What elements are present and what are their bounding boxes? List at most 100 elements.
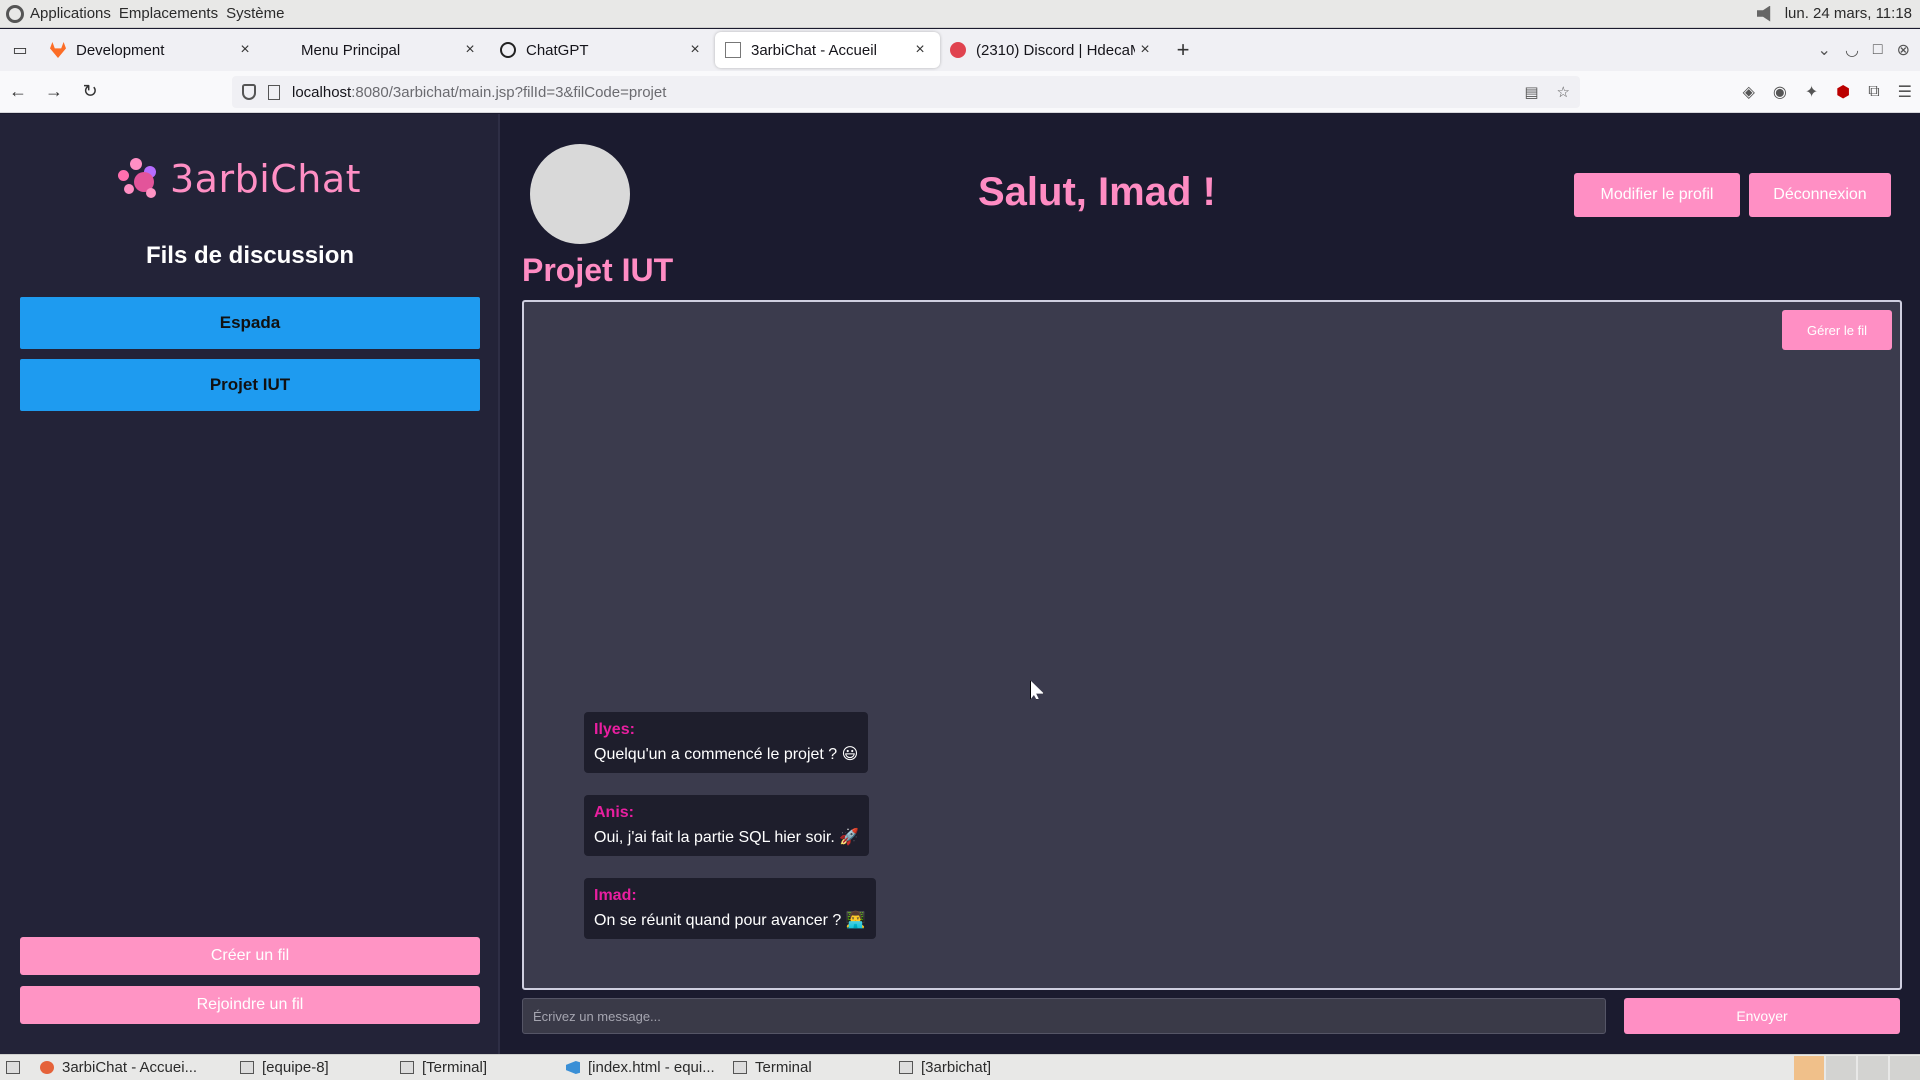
os-menu-places[interactable]: Emplacements: [119, 5, 218, 22]
folder-icon: [240, 1061, 254, 1074]
bookmark-star-icon[interactable]: ☆: [1557, 83, 1570, 101]
create-thread-button[interactable]: Créer un fil: [20, 937, 480, 975]
join-thread-button[interactable]: Rejoindre un fil: [20, 986, 480, 1024]
ublock-icon[interactable]: ⬢: [1836, 82, 1850, 102]
page-icon: [725, 42, 741, 58]
taskbar-item-label: [index.html - equi...: [588, 1059, 715, 1076]
message-text: On se réunit quand pour avancer ? 👨‍💻: [594, 912, 866, 929]
account-icon[interactable]: ◉: [1773, 82, 1787, 102]
logout-button[interactable]: Déconnexion: [1749, 173, 1891, 217]
workspace-4[interactable]: [1890, 1055, 1920, 1080]
tab-development[interactable]: Development ×: [40, 32, 265, 68]
firefox-icon: [40, 1061, 54, 1074]
reload-icon[interactable]: ↻: [72, 81, 108, 102]
taskbar-item-3arbichat-folder[interactable]: [3arbichat]: [893, 1055, 1053, 1080]
workspace-2[interactable]: [1826, 1055, 1856, 1080]
discord-icon: [950, 42, 966, 58]
volume-icon[interactable]: [1756, 5, 1771, 22]
tab-menu-principal[interactable]: Menu Principal ×: [265, 32, 490, 68]
tab-chatgpt[interactable]: ChatGPT ×: [490, 32, 715, 68]
blank-page-icon: [275, 42, 291, 58]
brand-name: 3arbiChat: [170, 157, 362, 201]
avatar: [530, 144, 630, 244]
tab-title: (2310) Discord | HdecaM,: [976, 41, 1135, 59]
thread-button-projet-iut[interactable]: Projet IUT: [20, 359, 480, 411]
url-host: localhost: [292, 83, 352, 101]
chatgpt-icon: [500, 42, 516, 58]
manage-thread-button[interactable]: Gérer le fil: [1782, 310, 1892, 350]
tab-title: Development: [76, 41, 165, 59]
close-icon[interactable]: ×: [235, 41, 255, 59]
taskbar-item-label: [Terminal]: [422, 1059, 488, 1076]
url-bar[interactable]: localhost :8080/3arbichat/main.jsp?filId…: [232, 76, 1580, 108]
folder-icon: [899, 1061, 913, 1074]
tab-3arbichat[interactable]: 3arbiChat - Accueil ×: [715, 32, 940, 68]
tab-title: Menu Principal: [301, 41, 401, 59]
taskbar-item-equipe-8[interactable]: [equipe-8]: [234, 1055, 394, 1080]
url-path: :8080/3arbichat/main.jsp?filId=3&filCode…: [351, 83, 667, 101]
main-panel: Salut, Imad ! Modifier le profil Déconne…: [502, 114, 1920, 1054]
extension-icon[interactable]: ✦: [1805, 82, 1818, 102]
message-author: Imad:: [594, 887, 637, 904]
thread-title: Projet IUT: [522, 252, 674, 288]
page-info-icon[interactable]: [268, 84, 280, 100]
tab-title: ChatGPT: [526, 41, 589, 59]
browser-nav-bar: ← → ↻ localhost :8080/3arbichat/main.jsp…: [0, 71, 1920, 113]
os-top-bar: Applications Emplacements Système lun. 2…: [0, 0, 1920, 28]
back-arrow-icon[interactable]: ←: [0, 81, 36, 102]
window-maximize-icon[interactable]: □: [1873, 41, 1883, 59]
chat-messages-area[interactable]: Gérer le fil Ilyes: Quelqu'un a commencé…: [522, 300, 1902, 990]
taskbar-item-3arbichat[interactable]: 3arbiChat - Accuei...: [34, 1055, 234, 1080]
send-button[interactable]: Envoyer: [1624, 998, 1900, 1034]
tab-overview-icon[interactable]: ▭: [0, 29, 40, 71]
message-text: Quelqu'un a commencé le projet ? 😃: [594, 746, 859, 763]
greeting: Salut, Imad !: [978, 170, 1216, 214]
edit-profile-button[interactable]: Modifier le profil: [1574, 173, 1740, 217]
show-desktop-icon[interactable]: [0, 1055, 34, 1080]
taskbar-item-label: 3arbiChat - Accuei...: [62, 1059, 198, 1076]
new-tab-icon[interactable]: +: [1165, 37, 1201, 63]
sidebar: 3arbiChat Fils de discussion Espada Proj…: [0, 114, 500, 1054]
shield-icon[interactable]: [242, 84, 256, 100]
terminal-icon: [733, 1061, 747, 1074]
desktop-icon: [6, 1061, 20, 1074]
taskbar-item-label: Terminal: [755, 1059, 812, 1076]
chevron-down-icon[interactable]: ⌄: [1818, 40, 1831, 60]
gitlab-icon: [50, 42, 66, 58]
forward-arrow-icon[interactable]: →: [36, 81, 72, 102]
window-minimize-icon[interactable]: ◡: [1845, 40, 1859, 60]
taskbar-item-label: [equipe-8]: [262, 1059, 329, 1076]
close-icon[interactable]: ×: [460, 41, 480, 59]
close-icon[interactable]: ×: [685, 41, 705, 59]
taskbar-item-terminal-bracket[interactable]: [Terminal]: [394, 1055, 560, 1080]
pocket-icon[interactable]: ◈: [1743, 82, 1755, 102]
os-menu-applications[interactable]: Applications: [30, 5, 111, 22]
taskbar-item-terminal[interactable]: Terminal: [727, 1055, 893, 1080]
message-input-wrapper[interactable]: [522, 998, 1606, 1034]
taskbar-item-vscode[interactable]: [index.html - equi...: [560, 1055, 727, 1080]
window-close-icon[interactable]: ⊗: [1897, 40, 1910, 60]
workspace-switcher[interactable]: [1794, 1055, 1920, 1080]
workspace-1[interactable]: [1794, 1055, 1824, 1080]
chat-message: Ilyes: Quelqu'un a commencé le projet ? …: [584, 712, 869, 773]
workspace-3[interactable]: [1858, 1055, 1888, 1080]
terminal-icon: [400, 1061, 414, 1074]
os-clock[interactable]: lun. 24 mars, 11:18: [1785, 5, 1912, 22]
tab-discord[interactable]: (2310) Discord | HdecaM, ×: [940, 32, 1165, 68]
browser-tab-bar: ▭ Development × Menu Principal × ChatGPT…: [0, 29, 1920, 71]
hamburger-menu-icon[interactable]: ☰: [1898, 82, 1912, 102]
distro-logo-icon[interactable]: [6, 4, 24, 23]
threads-heading: Fils de discussion: [145, 242, 355, 269]
close-icon[interactable]: ×: [910, 41, 930, 59]
chat-message: Anis: Oui, j'ai fait la partie SQL hier …: [584, 795, 870, 856]
os-menu-system[interactable]: Système: [226, 5, 284, 22]
close-icon[interactable]: ×: [1135, 41, 1155, 59]
thread-button-espada[interactable]: Espada: [20, 297, 480, 349]
brand-logo: 3arbiChat: [116, 156, 361, 202]
reader-mode-icon[interactable]: ▤: [1524, 83, 1538, 101]
message-input[interactable]: [533, 1008, 1595, 1024]
extensions-puzzle-icon[interactable]: ⧉: [1868, 83, 1879, 101]
flower-logo-icon: [116, 156, 162, 202]
taskbar-item-label: [3arbichat]: [921, 1059, 992, 1076]
vscode-icon: [566, 1061, 580, 1074]
